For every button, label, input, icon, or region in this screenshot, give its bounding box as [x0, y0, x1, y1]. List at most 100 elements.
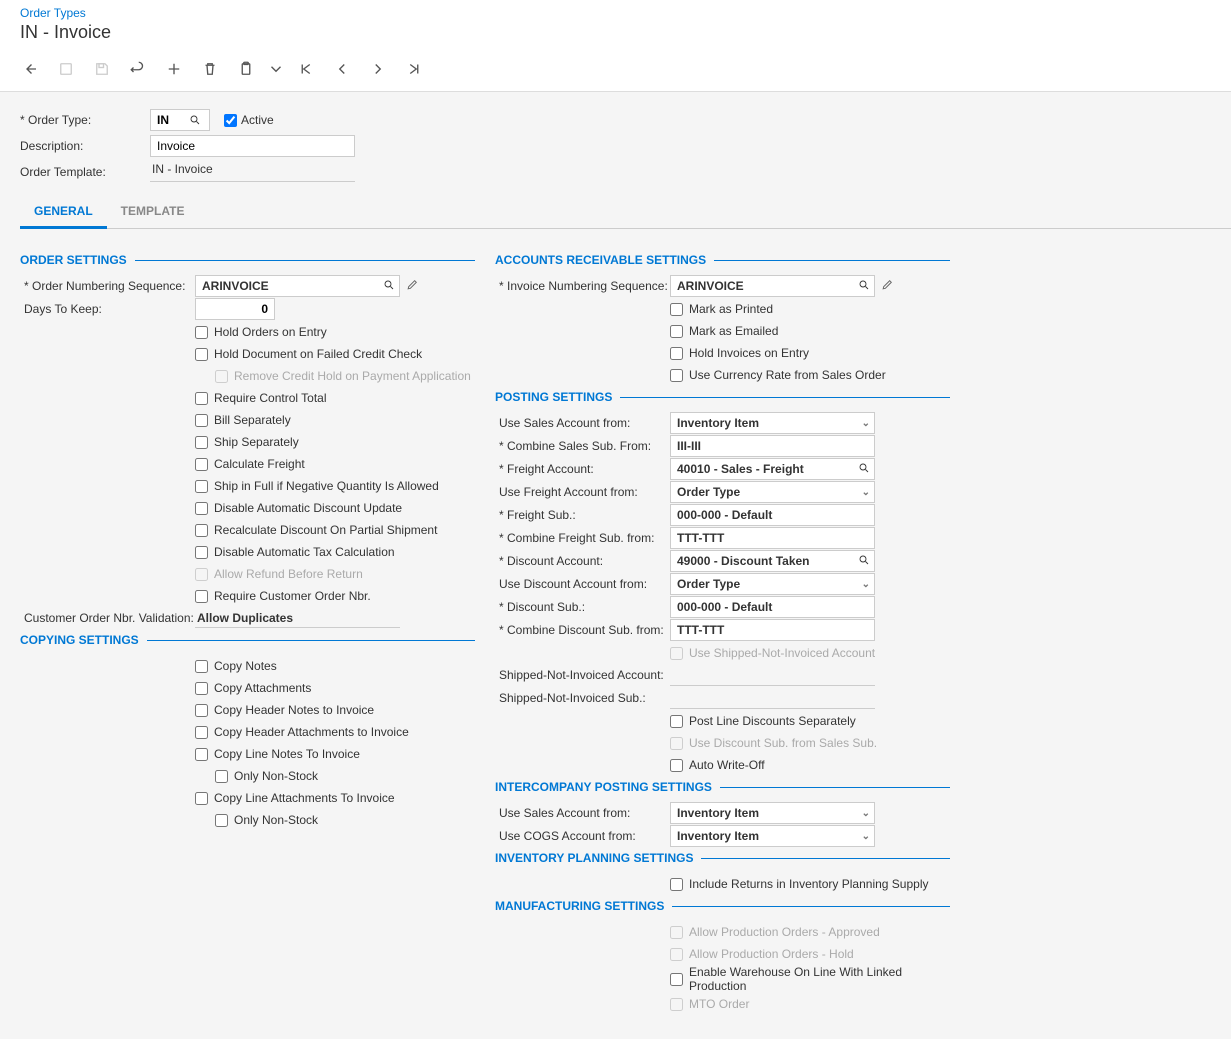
last-icon[interactable] [396, 55, 432, 83]
chevron-down-icon: ⌄ [862, 808, 870, 819]
save-icon [84, 55, 120, 83]
toolbar [0, 51, 1231, 91]
combine-freight-sub-label: Combine Freight Sub. from: [495, 531, 670, 545]
chevron-down-icon: ⌄ [862, 418, 870, 429]
order-type-input[interactable] [150, 109, 210, 131]
only-nonstock1-checkbox[interactable] [215, 770, 228, 783]
pencil-icon[interactable] [406, 278, 419, 294]
search-icon[interactable] [858, 279, 870, 294]
days-to-keep-label: Days To Keep: [20, 302, 195, 316]
search-icon[interactable] [858, 462, 870, 477]
only-nonstock2-checkbox[interactable] [215, 814, 228, 827]
discount-sub-input[interactable]: 000-000 - Default [670, 596, 875, 618]
require-control-checkbox[interactable] [195, 392, 208, 405]
order-template-value: IN - Invoice [150, 162, 355, 182]
add-icon[interactable] [156, 55, 192, 83]
use-freight-acct-select[interactable]: Order Type⌄ [670, 481, 875, 503]
posting-settings-header: POSTING SETTINGS [495, 390, 612, 404]
allow-refund-label: Allow Refund Before Return [214, 567, 363, 581]
cust-ord-valid-label: Customer Order Nbr. Validation: [20, 611, 195, 625]
shipped-notinv-acct-label: Shipped-Not-Invoiced Account: [495, 668, 670, 682]
copy-notes-checkbox[interactable] [195, 660, 208, 673]
recalc-disc-checkbox[interactable] [195, 524, 208, 537]
copy-line-notes-checkbox[interactable] [195, 748, 208, 761]
order-type-label: Order Type: [20, 113, 150, 127]
clipboard-dropdown-icon[interactable] [264, 55, 288, 83]
search-icon[interactable] [383, 279, 395, 294]
delete-icon[interactable] [192, 55, 228, 83]
combine-discount-sub-input[interactable]: TTT-TTT [670, 619, 875, 641]
days-to-keep-input[interactable] [195, 298, 275, 320]
shipped-notinv-sub-value [670, 687, 875, 709]
next-icon[interactable] [360, 55, 396, 83]
ic-use-sales-acct-select[interactable]: Inventory Item⌄ [670, 802, 875, 824]
use-sales-acct-select[interactable]: Inventory Item⌄ [670, 412, 875, 434]
active-checkbox[interactable] [224, 114, 237, 127]
search-icon[interactable] [858, 554, 870, 569]
undo-icon[interactable] [120, 55, 156, 83]
calc-freight-label: Calculate Freight [214, 457, 305, 471]
ic-use-cogs-acct-select[interactable]: Inventory Item⌄ [670, 825, 875, 847]
combine-discount-sub-label: Combine Discount Sub. from: [495, 623, 670, 637]
copy-hdr-attach-label: Copy Header Attachments to Invoice [214, 725, 409, 739]
post-line-disc-label: Post Line Discounts Separately [689, 714, 856, 728]
only-nonstock2-label: Only Non-Stock [234, 813, 318, 827]
require-cust-ord-checkbox[interactable] [195, 590, 208, 603]
ship-sep-label: Ship Separately [214, 435, 299, 449]
bill-sep-checkbox[interactable] [195, 414, 208, 427]
use-shipped-notinv-checkbox [670, 647, 683, 660]
hold-doc-credit-checkbox[interactable] [195, 348, 208, 361]
copy-attach-checkbox[interactable] [195, 682, 208, 695]
freight-sub-input[interactable]: 000-000 - Default [670, 504, 875, 526]
order-template-label: Order Template: [20, 165, 150, 179]
clipboard-icon[interactable] [228, 55, 264, 83]
allow-prod-hold-label: Allow Production Orders - Hold [689, 947, 854, 961]
search-icon[interactable] [185, 110, 205, 130]
enable-warehouse-checkbox[interactable] [670, 973, 683, 986]
tab-general[interactable]: GENERAL [20, 196, 107, 229]
disable-auto-disc-checkbox[interactable] [195, 502, 208, 515]
disable-auto-tax-checkbox[interactable] [195, 546, 208, 559]
include-returns-checkbox[interactable] [670, 878, 683, 891]
copy-hdr-attach-checkbox[interactable] [195, 726, 208, 739]
require-cust-ord-label: Require Customer Order Nbr. [214, 589, 371, 603]
auto-writeoff-label: Auto Write-Off [689, 758, 765, 772]
include-returns-label: Include Returns in Inventory Planning Su… [689, 877, 928, 891]
description-input[interactable] [150, 135, 355, 157]
first-icon[interactable] [288, 55, 324, 83]
combine-sales-sub-input[interactable]: III-III [670, 435, 875, 457]
mark-printed-checkbox[interactable] [670, 303, 683, 316]
hold-invoices-checkbox[interactable] [670, 347, 683, 360]
inv-num-seq-input[interactable]: ARINVOICE [670, 275, 875, 297]
mark-emailed-checkbox[interactable] [670, 325, 683, 338]
copy-hdr-notes-checkbox[interactable] [195, 704, 208, 717]
freight-acct-input[interactable]: 40010 - Sales - Freight [670, 458, 875, 480]
ship-sep-checkbox[interactable] [195, 436, 208, 449]
combine-sales-sub-label: Combine Sales Sub. From: [495, 439, 670, 453]
breadcrumb-link[interactable]: Order Types [0, 0, 1231, 22]
ship-full-neg-checkbox[interactable] [195, 480, 208, 493]
post-line-disc-checkbox[interactable] [670, 715, 683, 728]
back-icon[interactable] [12, 55, 48, 83]
use-discount-acct-select[interactable]: Order Type⌄ [670, 573, 875, 595]
copy-line-attach-label: Copy Line Attachments To Invoice [214, 791, 395, 805]
pencil-icon[interactable] [881, 278, 894, 294]
allow-prod-hold-checkbox [670, 948, 683, 961]
mto-order-checkbox [670, 998, 683, 1011]
require-control-label: Require Control Total [214, 391, 327, 405]
chevron-down-icon: ⌄ [862, 487, 870, 498]
auto-writeoff-checkbox[interactable] [670, 759, 683, 772]
calc-freight-checkbox[interactable] [195, 458, 208, 471]
prev-icon[interactable] [324, 55, 360, 83]
discount-acct-input[interactable]: 49000 - Discount Taken [670, 550, 875, 572]
order-num-seq-input[interactable]: ARINVOICE [195, 275, 400, 297]
page-title: IN - Invoice [0, 22, 1231, 51]
copy-line-attach-checkbox[interactable] [195, 792, 208, 805]
ar-settings-header: ACCOUNTS RECEIVABLE SETTINGS [495, 253, 706, 267]
hold-orders-checkbox[interactable] [195, 326, 208, 339]
ship-full-neg-label: Ship in Full if Negative Quantity Is All… [214, 479, 439, 493]
combine-freight-sub-input[interactable]: TTT-TTT [670, 527, 875, 549]
tab-template[interactable]: TEMPLATE [107, 196, 199, 228]
shipped-notinv-sub-label: Shipped-Not-Invoiced Sub.: [495, 691, 670, 705]
use-curr-rate-checkbox[interactable] [670, 369, 683, 382]
